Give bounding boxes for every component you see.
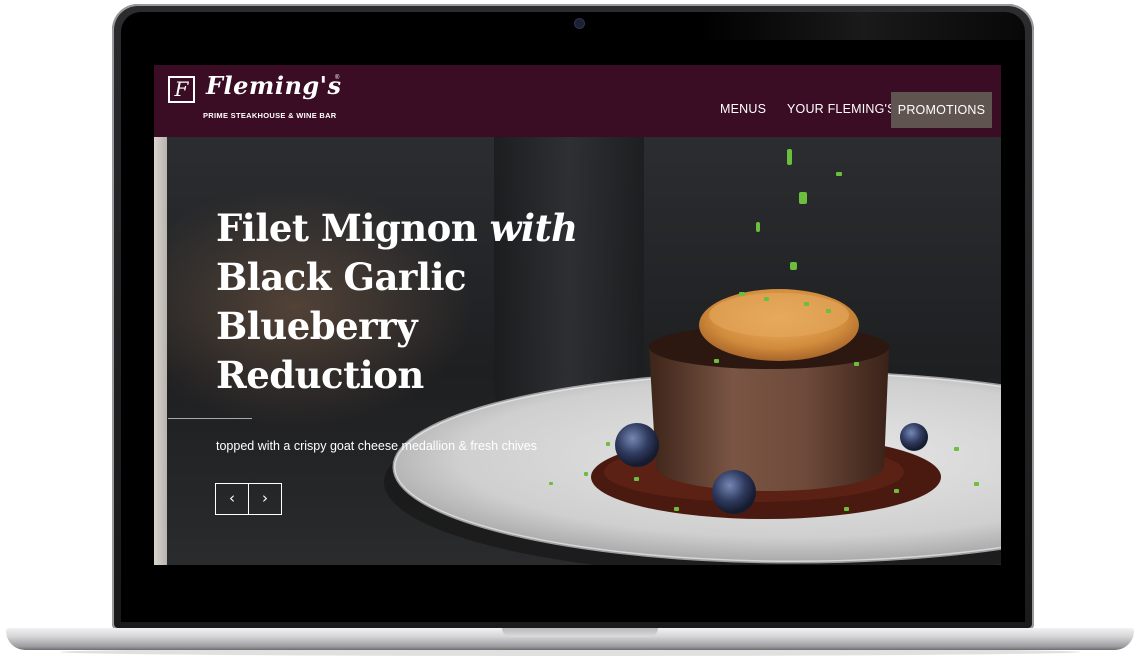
blueberry xyxy=(712,470,756,514)
logo-mark-icon: F xyxy=(168,76,195,103)
carousel-controls: ‹ › xyxy=(215,483,282,515)
headline-line-3: Blueberry xyxy=(216,304,418,348)
logo-name: Fleming's xyxy=(206,71,342,100)
headline-main: Filet Mignon xyxy=(216,206,478,250)
headline-italic: with xyxy=(489,206,578,250)
screen-glare xyxy=(700,12,1025,40)
laptop-notch xyxy=(502,628,658,637)
blueberry xyxy=(615,423,659,467)
nav-menus[interactable]: MENUS xyxy=(720,102,766,116)
logo-registered: ® xyxy=(335,75,340,81)
website-screen: Filet Mignon with Black Garlic Blueberry… xyxy=(154,40,1001,565)
headline-line-4: Reduction xyxy=(216,353,424,397)
nav-your-flemings[interactable]: YOUR FLEMING'S xyxy=(787,102,896,116)
chevron-left-icon: ‹ xyxy=(229,489,235,507)
nav-promotions[interactable]: PROMOTIONS xyxy=(891,92,992,128)
hero-subtitle: topped with a crispy goat cheese medalli… xyxy=(216,439,538,453)
left-edge-strip xyxy=(154,137,167,565)
cheese-top xyxy=(709,293,849,337)
blueberry xyxy=(900,423,928,451)
chevron-right-icon: › xyxy=(262,489,268,507)
next-arrow-button[interactable]: › xyxy=(249,484,281,514)
headline-line-2: Black Garlic xyxy=(216,255,467,299)
hero-banner: Filet Mignon with Black Garlic Blueberry… xyxy=(154,137,1001,565)
divider-line xyxy=(168,418,252,419)
hero-headline: Filet Mignon with Black Garlic Blueberry… xyxy=(216,204,616,400)
webcam-icon xyxy=(575,19,584,28)
logo-tagline: PRIME STEAKHOUSE & WINE BAR xyxy=(203,111,337,120)
site-header: F Fleming's ® PRIME STEAKHOUSE & WINE BA… xyxy=(154,65,1001,137)
screen-top-bar xyxy=(154,40,1001,65)
prev-arrow-button[interactable]: ‹ xyxy=(216,484,249,514)
